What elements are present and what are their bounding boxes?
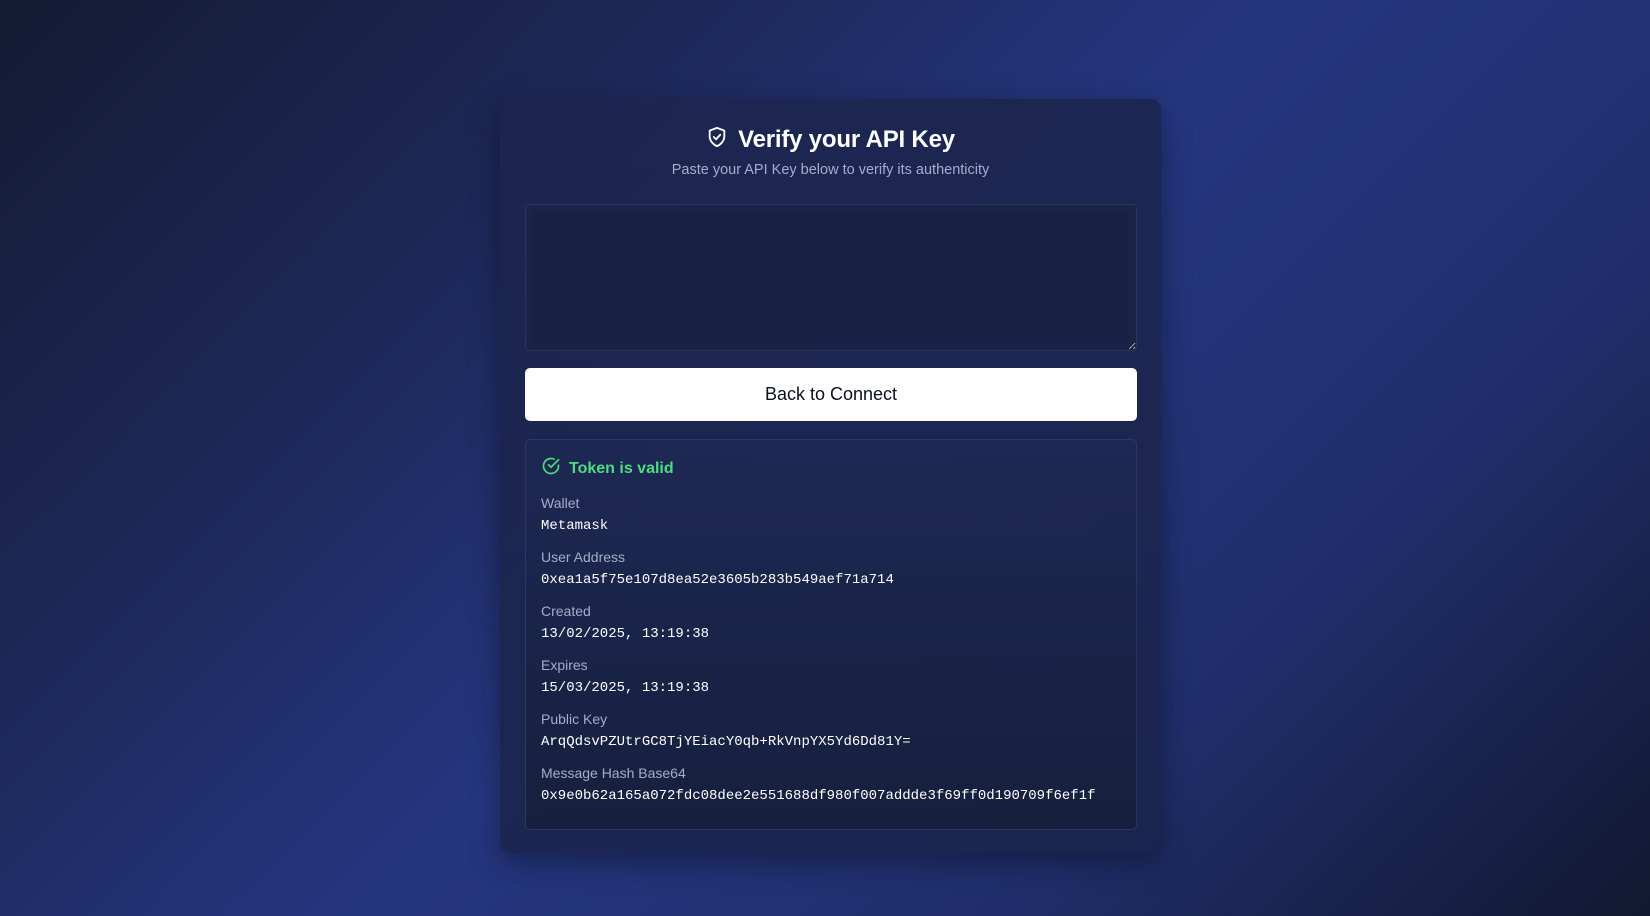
field-wallet: Wallet Metamask (541, 495, 1121, 535)
field-created: Created 13/02/2025, 13:19:38 (541, 603, 1121, 643)
back-to-connect-button[interactable]: Back to Connect (525, 368, 1137, 421)
field-value: 0x9e0b62a165a072fdc08dee2e551688df980f00… (541, 788, 1096, 804)
field-public-key: Public Key ArqQdsvPZUtrGC8TjYEiacY0qb+Rk… (541, 711, 1121, 751)
field-label: Message Hash Base64 (541, 765, 686, 781)
card-header: Verify your API Key Paste your API Key b… (525, 125, 1136, 179)
title-row: Verify your API Key (525, 125, 1136, 154)
field-label: Expires (541, 657, 588, 673)
field-value: Metamask (541, 518, 609, 534)
field-message-hash: Message Hash Base64 0x9e0b62a165a072fdc0… (541, 765, 1121, 805)
field-value: ArqQdsvPZUtrGC8TjYEiacY0qb+RkVnpYX5Yd6Dd… (541, 734, 911, 750)
page-title: Verify your API Key (738, 125, 955, 153)
field-value: 0xea1a5f75e107d8ea52e3605b283b549aef71a7… (541, 572, 894, 588)
status-text: Token is valid (569, 459, 674, 477)
check-circle-icon (541, 456, 561, 481)
verification-result: Token is valid Wallet Metamask User Addr… (525, 439, 1137, 830)
field-value: 13/02/2025, 13:19:38 (541, 626, 710, 642)
field-label: User Address (541, 549, 626, 565)
field-user-address: User Address 0xea1a5f75e107d8ea52e3605b2… (541, 549, 1121, 589)
field-label: Created (541, 603, 591, 619)
field-label: Public Key (541, 711, 608, 727)
field-expires: Expires 15/03/2025, 13:19:38 (541, 657, 1121, 697)
api-key-input[interactable] (525, 204, 1137, 351)
page-subtitle: Paste your API Key below to verify its a… (671, 162, 990, 178)
field-value: 15/03/2025, 13:19:38 (541, 680, 710, 696)
verify-card: Verify your API Key Paste your API Key b… (500, 99, 1161, 853)
field-label: Wallet (541, 495, 580, 511)
shield-check-icon (706, 125, 728, 154)
status-row: Token is valid (541, 456, 1121, 481)
